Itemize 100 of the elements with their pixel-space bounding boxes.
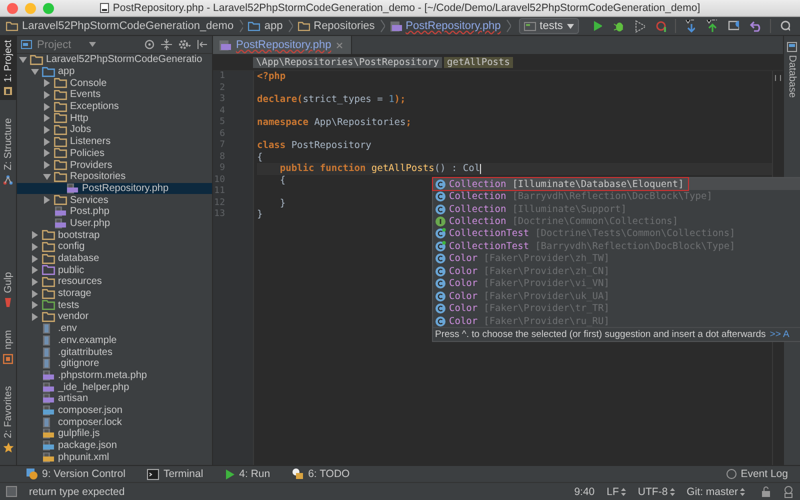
tool-window-button[interactable]: 9: Version Control — [26, 468, 126, 480]
coverage-icon[interactable] — [634, 20, 645, 32]
tool-window-tab[interactable]: Database — [784, 36, 800, 104]
tree-item[interactable]: Jobs — [17, 124, 212, 136]
tree-item[interactable]: composer.json — [17, 404, 212, 416]
folder-icon — [54, 172, 67, 182]
class-icon — [435, 178, 446, 190]
monitor-icon[interactable] — [728, 20, 740, 32]
class-icon — [435, 266, 446, 277]
tree-item[interactable]: public — [17, 264, 212, 276]
todo-icon — [292, 468, 304, 480]
breadcrumb[interactable]: app — [248, 20, 283, 32]
folder-icon — [42, 276, 55, 287]
tool-window-button[interactable]: Terminal — [147, 468, 204, 480]
status-item[interactable]: UTF-8 — [638, 486, 675, 498]
folder-icon — [42, 66, 55, 77]
tool-window-tab[interactable]: 1: Project — [0, 36, 16, 100]
tree-item[interactable]: _ide_helper.php — [17, 381, 212, 393]
breadcrumb[interactable]: PostRepository.php — [390, 20, 501, 32]
php-file-icon — [54, 206, 67, 218]
class-icon — [435, 303, 446, 314]
folder-icon — [54, 102, 67, 112]
lock-icon[interactable] — [761, 486, 771, 497]
file-icon — [100, 3, 109, 13]
tree-item[interactable]: .phpstorm.meta.php — [17, 370, 212, 382]
status-item[interactable]: Git: master — [686, 486, 745, 498]
code-breadcrumb[interactable]: getAllPosts — [444, 57, 513, 68]
tree-item[interactable]: package.json — [17, 440, 212, 452]
tree-item[interactable]: tests — [17, 299, 212, 312]
chevron-icon — [238, 19, 244, 33]
tree-item[interactable]: PostRepository.php — [17, 182, 212, 194]
run-icon[interactable] — [592, 20, 602, 32]
window-title: PostRepository.php - Laravel52PhpStormCodeGeneration_demo - [~/Code/Demo/Laravel52PhpStormCodeGeneration_demo] — [112, 2, 700, 14]
expand-arrow-icon[interactable] — [43, 196, 51, 204]
tool-window-button[interactable]: 6: TODO — [292, 468, 350, 480]
target-icon[interactable] — [144, 39, 155, 50]
tree-item[interactable]: composer.lock — [17, 416, 212, 428]
tree-item[interactable]: Events — [17, 89, 212, 101]
bug-icon[interactable] — [612, 20, 624, 32]
tree-item[interactable]: resources — [17, 276, 212, 288]
tree-item[interactable]: .env — [17, 322, 212, 334]
close-window-button[interactable] — [7, 3, 18, 14]
search-icon[interactable] — [780, 20, 790, 32]
status-item[interactable]: LF — [606, 486, 626, 498]
tree-item[interactable]: bootstrap — [17, 229, 212, 241]
tree-item[interactable]: Laravel52PhpStormCodeGeneratio — [17, 54, 212, 66]
tree-item[interactable]: artisan — [17, 392, 212, 405]
tree-item[interactable]: .gitignore — [17, 358, 212, 370]
tree-item[interactable]: Policies — [17, 148, 212, 160]
tree-item[interactable]: app — [17, 66, 212, 78]
tree-item[interactable]: Providers — [17, 159, 212, 171]
tree-item[interactable]: Console — [17, 77, 212, 90]
tool-window-tab[interactable]: 2: Favorites — [0, 382, 16, 457]
chevron-icon — [288, 19, 293, 33]
close-icon[interactable] — [336, 42, 344, 48]
xml-file-icon — [42, 452, 55, 463]
text-cursor — [480, 164, 482, 174]
config-icon — [524, 21, 536, 31]
settings-icon[interactable] — [178, 39, 191, 50]
vcs-update-icon[interactable] — [684, 19, 696, 33]
tool-window-tab[interactable]: Gulp — [0, 268, 16, 312]
tree-item[interactable]: phpunit.xml — [17, 451, 212, 464]
tree-item[interactable]: .env.example — [17, 334, 212, 346]
run-configuration-dropdown[interactable]: tests — [518, 18, 579, 34]
code-breadcrumb[interactable]: \App\Repositories\PostRepository — [253, 57, 442, 68]
tool-window-tab[interactable]: Z: Structure — [0, 114, 16, 188]
tree-item[interactable]: vendor — [17, 311, 212, 323]
tree-item[interactable]: Http — [17, 112, 212, 124]
tool-window-tab[interactable]: npm — [0, 326, 16, 368]
tree-item[interactable]: Exceptions — [17, 100, 212, 112]
tree-item[interactable]: Services — [17, 194, 212, 206]
updown-icon — [620, 488, 626, 496]
status-message: return type expected — [29, 486, 125, 498]
event-log-button[interactable]: Event Log — [726, 468, 788, 480]
json-file-icon — [42, 404, 55, 416]
vcs-commit-icon[interactable] — [706, 19, 717, 33]
tree-item[interactable]: User.php — [17, 218, 212, 230]
tree-item[interactable]: database — [17, 252, 212, 264]
tool-window-button[interactable]: 4: Run — [225, 468, 270, 480]
tree-item[interactable]: .gitattributes — [17, 346, 212, 358]
class-icon — [435, 253, 446, 264]
breadcrumb[interactable]: Laravel52PhpStormCodeGeneration_demo — [6, 20, 234, 32]
tree-item[interactable]: Listeners — [17, 136, 212, 148]
editor-tab[interactable]: PostRepository.php — [213, 36, 352, 54]
hint-link[interactable]: >> A — [770, 329, 790, 340]
tree-item[interactable]: storage — [17, 288, 212, 300]
tree-item[interactable]: config — [17, 241, 212, 253]
tree-item[interactable]: Post.php — [17, 206, 212, 218]
collapse-arrow-icon[interactable] — [43, 172, 51, 181]
updown-icon — [740, 488, 745, 496]
vcs-icon — [26, 468, 38, 480]
breadcrumb[interactable]: Repositories — [298, 20, 375, 32]
completion-item[interactable]: Collection [Illuminate\Database\Eloquent] — [433, 178, 800, 190]
tree-item[interactable]: gulpfile.js — [17, 428, 212, 440]
structure-icon — [3, 174, 13, 184]
undo-icon[interactable] — [750, 20, 761, 32]
tree-item[interactable]: Repositories — [17, 170, 212, 183]
hide-icon[interactable] — [197, 39, 208, 50]
collapse-icon[interactable] — [161, 39, 172, 50]
class-icon — [435, 191, 446, 202]
